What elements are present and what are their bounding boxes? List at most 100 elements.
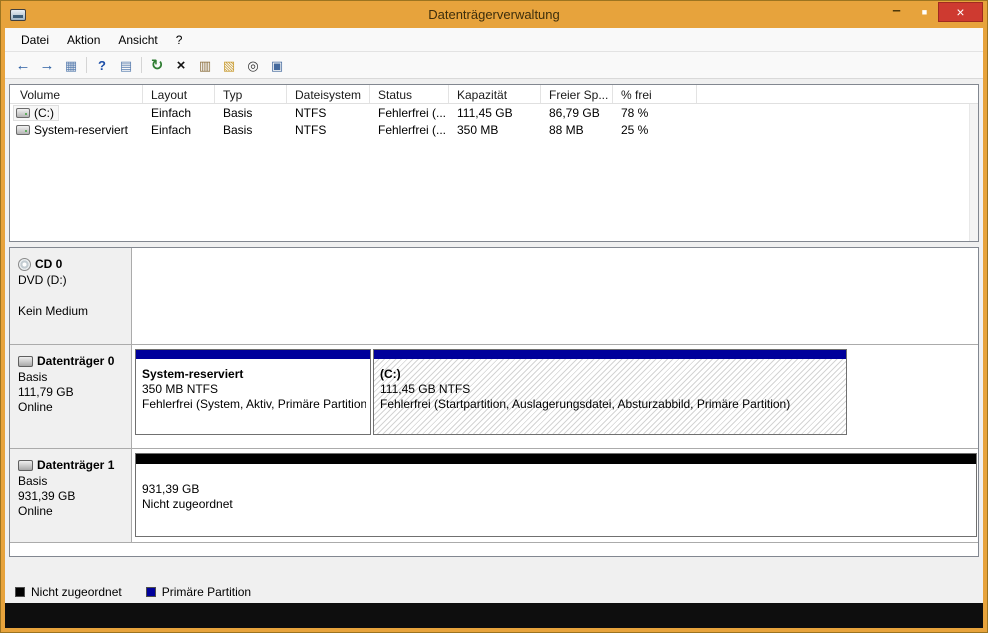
console-tree-button[interactable]: ▦ — [59, 54, 83, 76]
legend-swatch-primary-partition — [145, 587, 156, 597]
cell-typ: Basis — [223, 122, 253, 137]
unallocated-color-band — [136, 454, 976, 464]
find-button[interactable]: ◎ — [241, 54, 265, 76]
column-header-freier-speicherplatz[interactable]: Freier Sp... — [541, 85, 613, 103]
toolbar-separator — [86, 57, 87, 73]
partition-c[interactable]: (C:) 111,45 GB NTFS Fehlerfrei (Startpar… — [373, 349, 847, 435]
disk-management-app-icon — [10, 8, 26, 21]
cd-icon — [18, 257, 31, 271]
disk-1-type: Basis — [18, 474, 48, 488]
toolbar-separator — [141, 57, 142, 73]
cell-prozent-frei: 78 % — [621, 105, 649, 120]
list-scrollbar[interactable] — [969, 104, 978, 241]
partition-name: System-reserviert — [142, 367, 244, 381]
open-folder-icon: ▧ — [222, 57, 236, 73]
properties-button[interactable]: ▥ — [193, 54, 217, 76]
drive-icon — [16, 107, 30, 118]
magnifier-icon: ◎ — [247, 57, 259, 73]
close-button[interactable]: × — [938, 2, 983, 22]
menu-item-ansicht[interactable]: Ansicht — [110, 31, 165, 49]
window-content: Datei Aktion Ansicht ? ← → ▦ ? ▤ ↻ × ▥ ▧… — [5, 28, 983, 628]
cd-media-status: Kein Medium — [18, 304, 89, 318]
column-header-typ[interactable]: Typ — [215, 85, 287, 103]
back-icon: ← — [15, 56, 31, 74]
column-header-status[interactable]: Status — [370, 85, 449, 103]
disk-management-view-button[interactable]: ▣ — [265, 54, 289, 76]
partition-size: 111,45 GB NTFS — [380, 382, 471, 396]
forward-button[interactable]: → — [35, 54, 59, 76]
export-list-icon: ▤ — [119, 57, 133, 73]
unallocated-status: Nicht zugeordnet — [142, 497, 233, 511]
bottom-strip — [5, 603, 983, 628]
drive-icon — [16, 124, 30, 135]
disk-1-size: 931,39 GB — [18, 489, 76, 503]
open-button[interactable]: ▧ — [217, 54, 241, 76]
menu-item-datei[interactable]: Datei — [13, 31, 57, 49]
minimize-button[interactable]: – — [882, 2, 911, 22]
volume-cell: (C:) — [13, 104, 59, 121]
cd-name: CD 0 — [35, 257, 63, 271]
column-header-volume[interactable]: Volume — [10, 85, 143, 103]
console-tree-icon: ▦ — [64, 57, 78, 73]
disk-row-1: Datenträger 1 Basis 931,39 GB Online 931… — [10, 449, 978, 543]
cell-freier-speicherplatz: 88 MB — [549, 122, 584, 137]
refresh-button[interactable]: ↻ — [145, 54, 169, 76]
forward-icon: → — [39, 56, 55, 74]
cell-prozent-frei: 25 % — [621, 122, 649, 137]
maximize-button[interactable]: ■ — [911, 2, 938, 22]
help-button[interactable]: ? — [90, 54, 114, 76]
legend-label-unallocated: Nicht zugeordnet — [31, 585, 122, 599]
cell-dateisystem: NTFS — [295, 105, 327, 120]
cell-layout: Einfach — [151, 105, 192, 120]
cell-dateisystem: NTFS — [295, 122, 327, 137]
disk-0-region: System-reserviert 350 MB NTFS Fehlerfrei… — [132, 345, 978, 448]
column-header-layout[interactable]: Layout — [143, 85, 215, 103]
disk-icon — [18, 459, 33, 471]
titlebar[interactable]: Datenträgerverwaltung – ■ × — [5, 1, 983, 28]
volume-cell: System-reserviert — [13, 122, 133, 138]
unallocated-size: 931,39 GB — [142, 482, 200, 496]
back-button[interactable]: ← — [11, 54, 35, 76]
delete-button[interactable]: × — [169, 54, 193, 76]
volume-row-system-reserviert[interactable]: System-reserviert Einfach Basis NTFS Feh… — [10, 121, 978, 138]
volume-list: Volume Layout Typ Dateisystem Status Kap… — [9, 84, 979, 242]
cd-info-panel[interactable]: CD 0 DVD (D:) Kein Medium — [10, 248, 132, 344]
properties-icon: ▥ — [198, 57, 212, 73]
partition-system-reserved[interactable]: System-reserviert 350 MB NTFS Fehlerfrei… — [135, 349, 371, 435]
cd-row: CD 0 DVD (D:) Kein Medium — [10, 248, 978, 345]
disk-row-0: Datenträger 0 Basis 111,79 GB Online Sys… — [10, 345, 978, 449]
volume-row-c[interactable]: (C:) Einfach Basis NTFS Fehlerfrei (... … — [10, 104, 978, 121]
delete-icon: × — [176, 56, 186, 74]
help-icon: ? — [98, 57, 106, 73]
export-list-button[interactable]: ▤ — [114, 54, 138, 76]
cell-kapazitaet: 111,45 GB — [457, 105, 513, 120]
cell-status: Fehlerfrei (... — [378, 105, 447, 120]
unallocated-region[interactable]: 931,39 GB Nicht zugeordnet — [135, 453, 977, 537]
disk-management-icon: ▣ — [270, 57, 284, 73]
disk-1-status: Online — [18, 504, 53, 518]
disk-1-name: Datenträger 1 — [37, 458, 115, 472]
menu-item-hilfe[interactable]: ? — [168, 31, 191, 49]
cell-typ: Basis — [223, 105, 253, 120]
cell-kapazitaet: 350 MB — [457, 122, 499, 137]
menu-item-aktion[interactable]: Aktion — [59, 31, 108, 49]
toolbar: ← → ▦ ? ▤ ↻ × ▥ ▧ ◎ ▣ — [5, 52, 983, 79]
column-header-dateisystem[interactable]: Dateisystem — [287, 85, 370, 103]
refresh-icon: ↻ — [150, 56, 164, 74]
legend-item-primary-partition: Primäre Partition — [145, 585, 252, 599]
cd-drive-letter: DVD (D:) — [18, 273, 67, 287]
cell-volume: System-reserviert — [34, 122, 129, 137]
cell-layout: Einfach — [151, 122, 192, 137]
list-header: Volume Layout Typ Dateisystem Status Kap… — [10, 85, 978, 104]
menubar: Datei Aktion Ansicht ? — [5, 28, 983, 52]
legend: Nicht zugeordnet Primäre Partition — [5, 581, 983, 603]
partition-status: Fehlerfrei (System, Aktiv, Primäre Parti… — [142, 397, 366, 411]
legend-label-primary-partition: Primäre Partition — [161, 585, 252, 599]
column-header-prozent-frei[interactable]: % frei — [613, 85, 697, 103]
disk-0-name: Datenträger 0 — [37, 354, 115, 368]
primary-partition-color-band — [374, 350, 846, 359]
column-header-kapazitaet[interactable]: Kapazität — [449, 85, 541, 103]
disk-1-info-panel[interactable]: Datenträger 1 Basis 931,39 GB Online — [10, 449, 132, 542]
primary-partition-color-band — [136, 350, 370, 359]
disk-0-info-panel[interactable]: Datenträger 0 Basis 111,79 GB Online — [10, 345, 132, 448]
